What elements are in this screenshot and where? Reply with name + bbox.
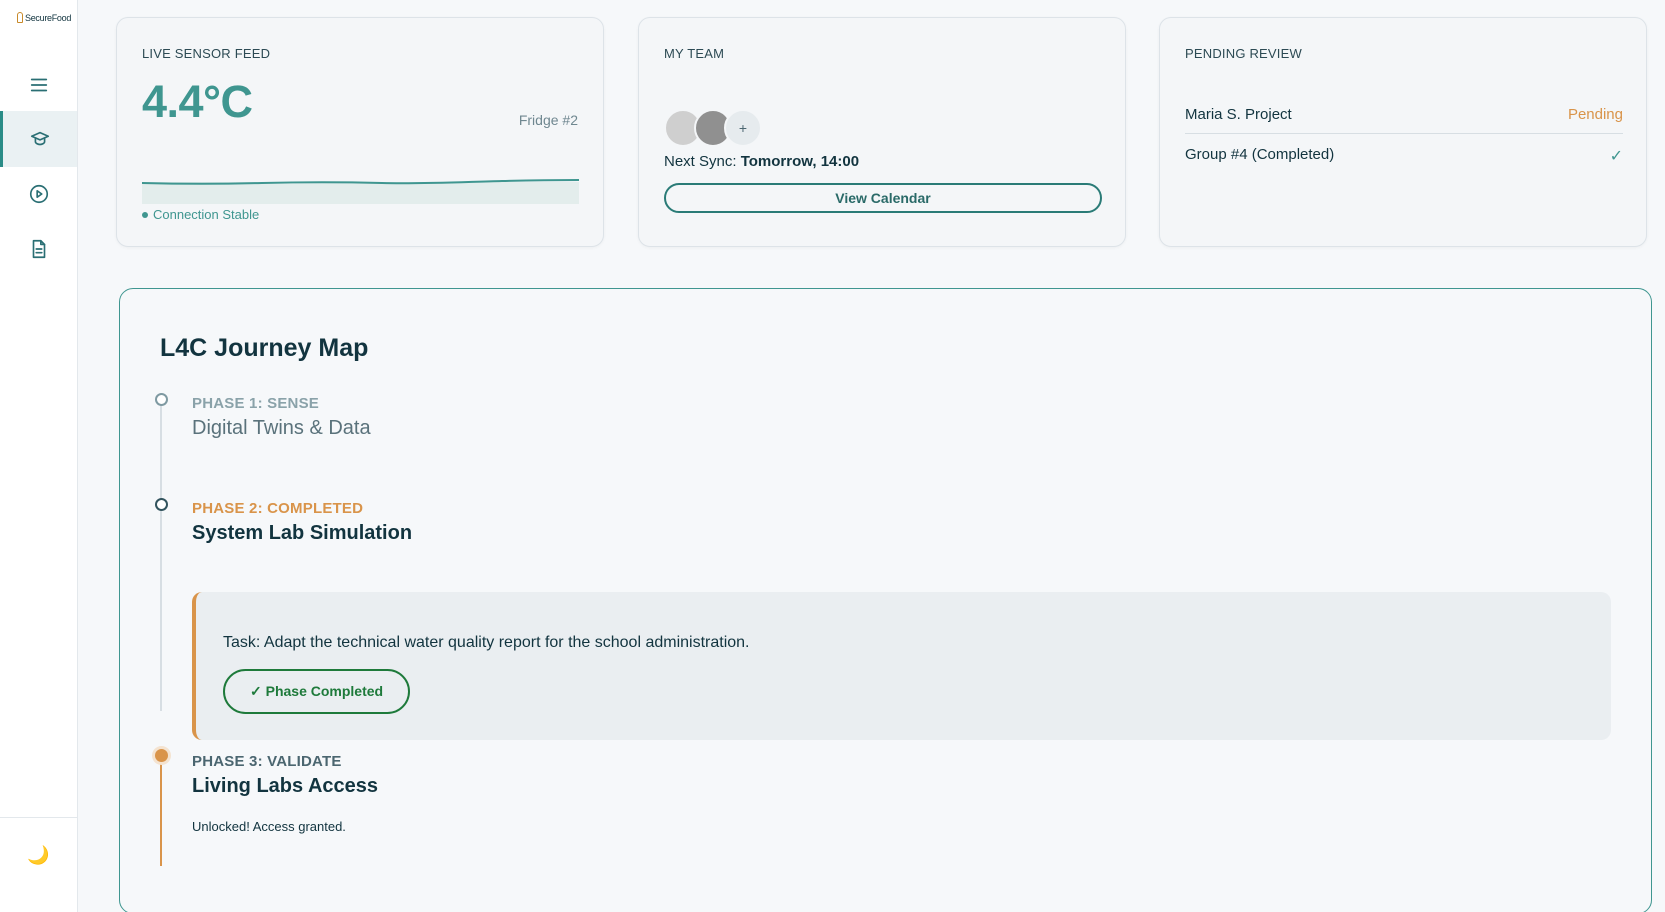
sidebar: SecureFood 🌙 <box>0 0 78 912</box>
phase-completed-button[interactable]: ✓ Phase Completed <box>223 669 411 714</box>
timeline-line <box>160 393 162 711</box>
pending-item[interactable]: Maria S. Project Pending <box>1185 106 1623 134</box>
phase-3-label: PHASE 3: VALIDATE <box>192 753 342 770</box>
phase-node-active-icon <box>155 749 168 762</box>
phase-node-icon <box>155 393 168 406</box>
add-member-button[interactable]: + <box>724 109 762 147</box>
sidebar-footer: 🌙 <box>0 817 77 912</box>
pending-item-name: Maria S. Project <box>1185 106 1292 123</box>
temperature-value: 4.4°C <box>142 76 253 127</box>
pending-item[interactable]: Group #4 (Completed) ✓ <box>1185 146 1623 166</box>
connection-status-text: Connection Stable <box>153 207 260 222</box>
pending-card-title: PENDING REVIEW <box>1185 46 1302 61</box>
play-circle-icon <box>29 184 48 204</box>
next-sync-value: Tomorrow, 14:00 <box>740 153 860 170</box>
task-box: Task: Adapt the technical water quality … <box>192 592 1611 740</box>
nav-item-learning[interactable] <box>0 111 77 167</box>
sensor-location: Fridge #2 <box>518 112 578 128</box>
phase-2-name[interactable]: System Lab Simulation <box>192 522 412 545</box>
journey-title: L4C Journey Map <box>160 334 369 362</box>
menu-button[interactable] <box>0 57 77 113</box>
phase-3-name[interactable]: Living Labs Access <box>192 775 378 798</box>
view-calendar-button[interactable]: View Calendar <box>664 183 1102 213</box>
nav-item-documents[interactable] <box>0 221 77 277</box>
pending-item-name: Group #4 (Completed) <box>1185 146 1335 163</box>
menu-icon <box>30 78 47 92</box>
sensor-card: LIVE SENSOR FEED 4.4°C Fridge #2 Connect… <box>116 17 604 247</box>
temperature-sparkline <box>142 179 579 204</box>
moon-icon[interactable]: 🌙 <box>27 845 49 866</box>
phase-1-label: PHASE 1: SENSE <box>192 395 320 412</box>
pending-card: PENDING REVIEW Maria S. Project Pending … <box>1159 17 1647 247</box>
pending-status-badge: Pending <box>1567 106 1623 123</box>
graduation-cap-icon <box>30 131 50 146</box>
nav-item-videos[interactable] <box>0 166 77 222</box>
team-card-title: MY TEAM <box>664 46 725 61</box>
next-sync-label: Next Sync: <box>664 153 737 170</box>
journey-map: L4C Journey Map PHASE 1: SENSE Digital T… <box>119 288 1652 912</box>
timeline-line-active <box>160 751 162 866</box>
logo[interactable]: SecureFood <box>17 12 71 23</box>
phase-node-icon <box>155 498 168 511</box>
document-icon <box>32 239 45 259</box>
sensor-card-title: LIVE SENSOR FEED <box>142 46 271 61</box>
phase-1-name[interactable]: Digital Twins & Data <box>192 417 371 440</box>
connection-status: Connection Stable <box>142 207 259 222</box>
team-avatars: + <box>664 109 774 147</box>
task-text: Task: Adapt the technical water quality … <box>223 634 750 651</box>
unlocked-message: Unlocked! Access granted. <box>192 819 346 834</box>
check-icon: ✓ <box>1609 148 1623 165</box>
logo-icon <box>17 12 23 23</box>
status-dot-icon <box>142 211 148 218</box>
next-sync: Next Sync: Tomorrow, 14:00 <box>664 153 859 170</box>
logo-text: SecureFood <box>25 12 72 23</box>
phase-2-label: PHASE 2: COMPLETED <box>192 500 364 517</box>
team-card: MY TEAM + Next Sync: Tomorrow, 14:00 Vie… <box>638 17 1126 247</box>
